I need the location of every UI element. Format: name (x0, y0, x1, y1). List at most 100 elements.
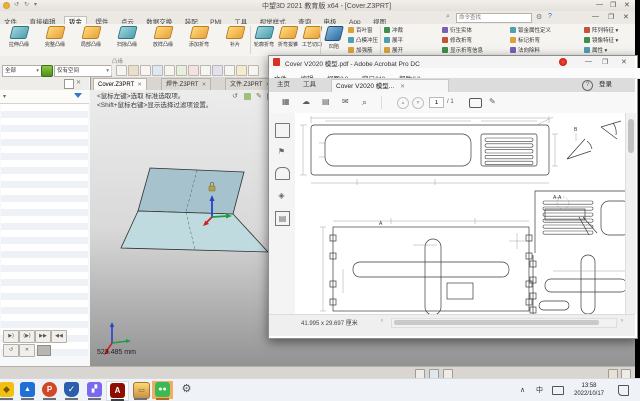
zw3d-minimize-button[interactable]: — (596, 1, 603, 8)
qat-undo-icon[interactable]: ↺ (14, 1, 19, 8)
qat-dropdown-icon[interactable]: ▾ (34, 1, 37, 8)
doc-tab-close-icon[interactable]: ✕ (137, 82, 142, 88)
filter-combo[interactable]: 全部 ▾ (2, 65, 42, 77)
tab-close-icon[interactable]: ✕ (400, 84, 405, 90)
replay-play-button[interactable]: (▶) (19, 330, 35, 343)
prompt-tool-icon[interactable] (244, 93, 251, 100)
share-upload-icon[interactable]: ☁ (302, 97, 310, 107)
tray-keyboard-icon[interactable] (552, 386, 564, 395)
ribbon-button-swept-flange[interactable]: 扫掠凸缘 (110, 25, 144, 48)
da-redo-icon[interactable] (176, 65, 187, 76)
tab-document[interactable]: Cover V2020 模型... ✕ (331, 79, 449, 93)
action-center-icon[interactable] (618, 385, 629, 396)
ribbon-button-derive-solid[interactable]: 衍生实体 (442, 27, 472, 35)
previous-page-icon[interactable]: ▲ (397, 97, 409, 109)
page-thumbnails-icon[interactable] (275, 123, 290, 138)
ribbon-button-punch[interactable]: 凸模冲压 (348, 37, 378, 45)
email-icon[interactable]: ✉ (342, 97, 349, 107)
vscroll-thumb[interactable] (628, 119, 634, 153)
taskbar-icon-file-explorer[interactable]: ▭ (130, 381, 151, 400)
sheet-metal-part[interactable] (100, 150, 280, 275)
ribbon-settings-icon[interactable]: ⚙ (536, 13, 542, 21)
ribbon-button-modify-bend[interactable]: 修改折弯 (442, 37, 472, 45)
da-layer-icon[interactable] (200, 65, 211, 76)
help-circle-icon[interactable]: ? (582, 80, 593, 91)
next-page-icon[interactable]: ▼ (412, 97, 424, 109)
scope-combo[interactable]: 仅有空间 ▾ (54, 65, 112, 77)
pdf-vertical-scrollbar[interactable] (625, 113, 636, 314)
da-copy-icon[interactable] (116, 65, 127, 76)
manager-close-icon[interactable]: ✕ (76, 79, 81, 86)
prompt-undo-icon[interactable]: ↺ (232, 92, 238, 100)
tab-tools[interactable]: 工具 (303, 78, 316, 91)
tree-expand-icon[interactable]: ▾ (3, 93, 6, 100)
doc-minimize-button[interactable]: — (592, 13, 599, 20)
ribbon-button-normal-remove[interactable]: 法向除料 (510, 47, 540, 55)
ribbon-button-pattern[interactable]: 阵列特征 ▾ (584, 27, 618, 35)
taskbar-icon-security[interactable]: ✓ (61, 381, 82, 400)
fill-sign-pencil-icon[interactable]: ✎ (489, 97, 496, 107)
acrobat-close-button[interactable]: ✕ (621, 58, 627, 66)
regen-icon[interactable] (41, 65, 53, 77)
taskbar-icon-photos[interactable]: ▲ (17, 381, 38, 400)
tab-home[interactable]: 主页 (277, 78, 290, 91)
tray-ime-indicator[interactable]: 中 (536, 385, 543, 395)
pdf-horizontal-scrollbar[interactable] (391, 318, 617, 328)
bookmarks-icon[interactable]: ⚑ (275, 145, 288, 158)
replay-back-button[interactable]: ◀◀ (51, 330, 67, 343)
acrobat-restore-button[interactable]: ❐ (602, 58, 608, 66)
da-color-icon[interactable] (188, 65, 199, 76)
taskbar-icon-powerpoint[interactable]: P (39, 381, 60, 400)
ribbon-button-mark-bend[interactable]: 标记折弯 (510, 37, 540, 45)
replay-swatch[interactable] (37, 345, 51, 356)
taskbar-icon-app-yellow[interactable]: ◆ (0, 381, 17, 400)
ribbon-button-flatten[interactable]: 展平 (384, 37, 403, 45)
taskbar-icon-app-purple[interactable]: ▞ (84, 381, 105, 400)
prompt-pencil-icon[interactable]: ✎ (256, 92, 262, 100)
sign-in-link[interactable]: 登录 (599, 78, 612, 91)
ribbon-button-unfold[interactable]: 展开 (384, 47, 403, 55)
ribbon-button-properties[interactable]: 属性 ▾ (584, 47, 607, 55)
comment-bubble-icon[interactable] (469, 98, 482, 108)
hscroll-thumb[interactable] (394, 320, 599, 325)
da-paste-icon[interactable] (128, 65, 139, 76)
zw3d-restore-button[interactable]: ❐ (610, 1, 616, 9)
ribbon-button-extrude-flange[interactable]: 拉伸凸缘 (2, 25, 36, 48)
taskbar-icon-settings[interactable]: ⚙ (176, 381, 197, 399)
da-pan-icon[interactable] (236, 65, 247, 76)
hscroll-right-arrow[interactable]: › (621, 318, 623, 324)
ribbon-button-lofted-flange[interactable]: 放样凸缘 (146, 25, 180, 48)
da-settings-icon[interactable] (248, 65, 259, 76)
filter-funnel-icon[interactable] (74, 93, 82, 98)
da-pick-icon[interactable] (140, 65, 151, 76)
attachments-icon[interactable] (275, 167, 290, 180)
ribbon-button-sm-attributes[interactable]: 钣金属性定义 (510, 27, 551, 35)
model-tree-icon[interactable]: ▤ (275, 211, 290, 226)
ribbon-button-contour-bend[interactable]: 轮廓折弯 (252, 25, 276, 48)
ribbon-button-mirror[interactable]: 镜像特征 ▾ (584, 37, 618, 45)
command-search-input[interactable] (456, 13, 532, 23)
pdf-page[interactable]: B A A-A (295, 113, 625, 314)
ribbon-button-louver[interactable]: 百叶窗 (348, 27, 373, 35)
ribbon-button-add-bend[interactable]: 添加折弯 (182, 25, 216, 48)
hscroll-left-arrow[interactable]: ‹ (381, 318, 383, 324)
replay-forward-button[interactable]: ▶▶ (35, 330, 51, 343)
replay-refresh-button[interactable]: ↺ (3, 344, 19, 357)
find-icon[interactable]: ⌕ (362, 97, 367, 107)
da-zoom-icon[interactable] (224, 65, 235, 76)
ribbon-button-bend-taper[interactable]: 折弯拔锥 (276, 25, 300, 48)
replay-cancel-button[interactable]: ✕ (19, 344, 35, 357)
da-erase-icon[interactable] (152, 65, 163, 76)
qat-redo-icon[interactable]: ↻ (24, 1, 29, 8)
doc-tab-close-icon[interactable]: ✕ (202, 82, 207, 88)
zw3d-close-button[interactable]: ✕ (624, 1, 630, 9)
taskbar-icon-acrobat[interactable]: A (106, 381, 129, 401)
ribbon-button-dimple[interactable]: 凹陷 (322, 25, 346, 50)
manager-dock-icon[interactable] (64, 79, 74, 89)
tray-show-hidden-icons[interactable]: ∧ (520, 386, 525, 394)
tray-clock[interactable]: 13:58 2022/10/17 (568, 382, 610, 398)
acrobat-minimize-button[interactable]: — (585, 58, 592, 65)
ribbon-button-normal-cut[interactable]: 冲裁 (384, 27, 403, 35)
taskbar-icon-wechat[interactable]: ●● (152, 381, 173, 400)
ribbon-button-patch[interactable]: 补片 (218, 25, 252, 48)
